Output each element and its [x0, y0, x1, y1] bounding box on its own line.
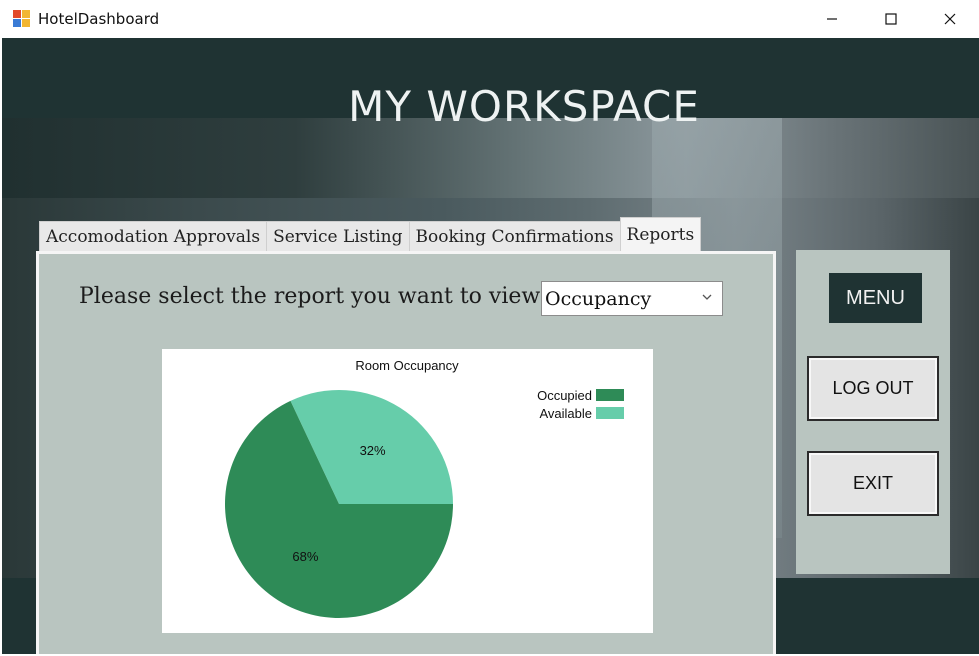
- close-button[interactable]: [921, 0, 979, 38]
- chevron-down-icon: [702, 294, 712, 300]
- logout-button[interactable]: LOG OUT: [807, 356, 939, 421]
- close-icon: [944, 13, 956, 25]
- menu-label: MENU: [829, 273, 922, 323]
- legend-swatch-occupied: [596, 389, 624, 401]
- pie-chart: Room Occupancy 32% 68% Occupied Available: [224, 358, 624, 618]
- title-bar: HotelDashboard: [0, 0, 979, 38]
- legend-label-occupied: Occupied: [537, 388, 592, 403]
- side-menu: MENU LOG OUT EXIT: [796, 250, 950, 574]
- pie-label-available: 32%: [360, 443, 386, 458]
- tab-booking-confirmations[interactable]: Booking Confirmations: [408, 221, 621, 252]
- tab-accomodation-approvals[interactable]: Accomodation Approvals: [39, 221, 268, 252]
- maximize-icon: [885, 13, 897, 25]
- tab-strip: Accomodation Approvals Service Listing B…: [39, 217, 702, 252]
- report-select[interactable]: Occupancy: [541, 281, 723, 316]
- reports-panel: Please select the report you want to vie…: [36, 251, 776, 654]
- tab-service-listing[interactable]: Service Listing: [266, 221, 410, 252]
- occupancy-chart: Room Occupancy 32% 68% Occupied Available: [162, 349, 653, 633]
- legend-swatch-available: [596, 407, 624, 419]
- minimize-icon: [827, 18, 837, 20]
- tab-reports[interactable]: Reports: [619, 217, 702, 252]
- report-prompt: Please select the report you want to vie…: [79, 284, 555, 309]
- workspace-area: MY WORKSPACE Accomodation Approvals Serv…: [2, 38, 979, 654]
- app-icon: [13, 10, 30, 27]
- page-title: MY WORKSPACE: [348, 82, 700, 131]
- pie-label-occupied: 68%: [292, 549, 318, 564]
- exit-button[interactable]: EXIT: [807, 451, 939, 516]
- minimize-button[interactable]: [803, 0, 861, 38]
- chart-title: Room Occupancy: [355, 358, 459, 373]
- maximize-button[interactable]: [862, 0, 920, 38]
- report-select-value: Occupancy: [545, 287, 652, 310]
- app-window: HotelDashboard MY WORKSPACE Accomodation…: [0, 0, 979, 656]
- window-title: HotelDashboard: [38, 10, 160, 28]
- legend-label-available: Available: [539, 406, 592, 421]
